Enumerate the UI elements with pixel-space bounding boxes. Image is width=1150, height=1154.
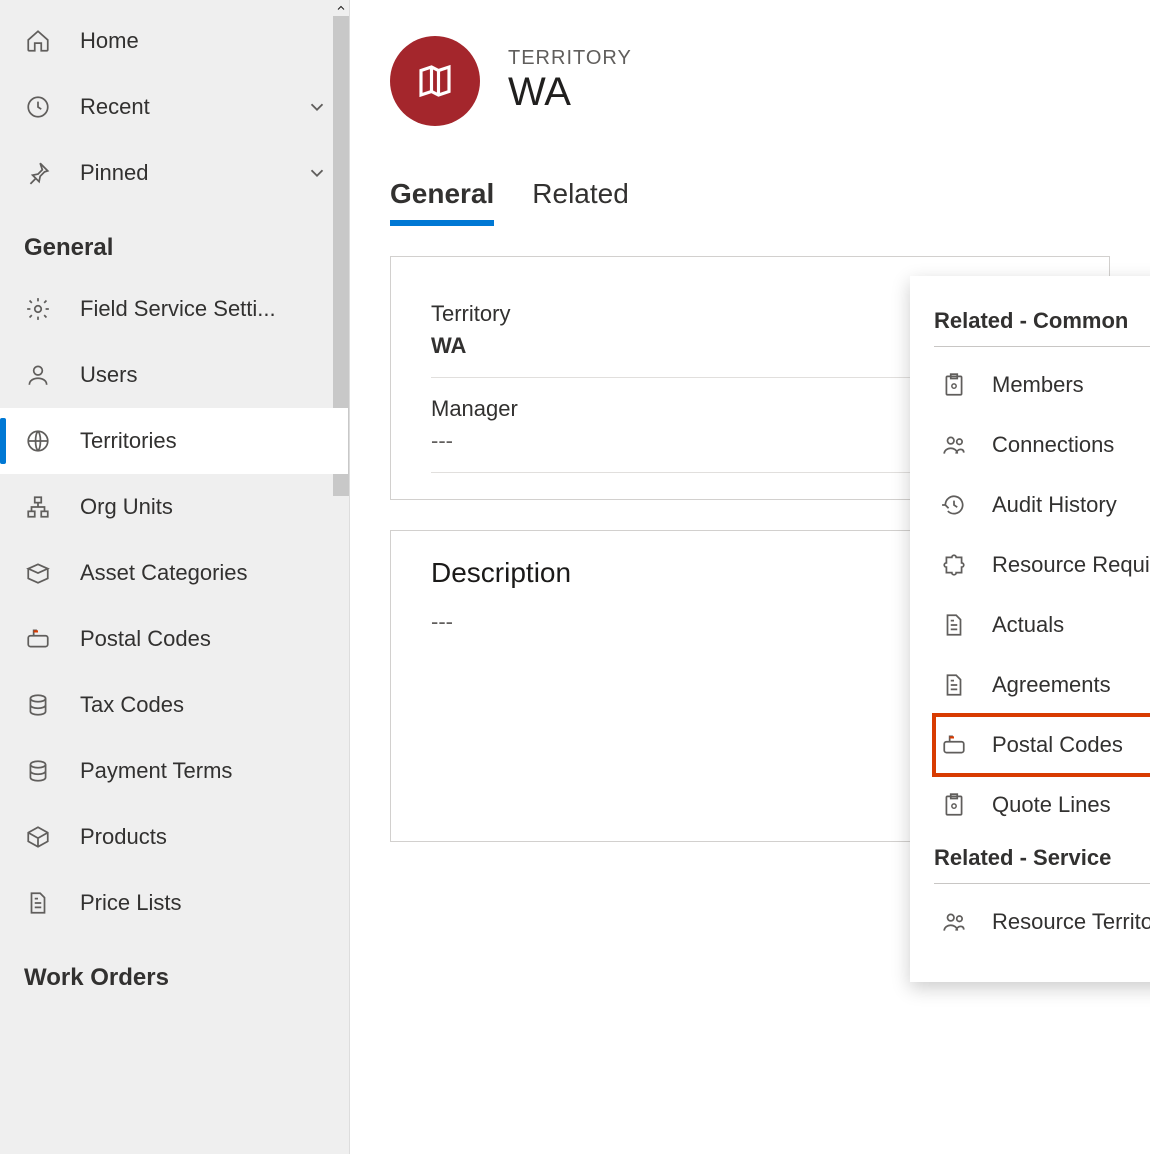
nav-label: Org Units xyxy=(80,494,173,520)
tab-general[interactable]: General xyxy=(390,178,494,226)
related-item-resource-territories[interactable]: Resource Territories xyxy=(934,892,1150,952)
file-icon xyxy=(24,889,52,917)
menu-label: Audit History xyxy=(992,492,1117,518)
nav-label: Field Service Setti... xyxy=(80,296,276,322)
mailbox-icon xyxy=(940,731,968,759)
related-dropdown: Related - Common Members Connections Audit … xyxy=(910,276,1150,982)
home-icon xyxy=(24,27,52,55)
related-item-connections[interactable]: Connections xyxy=(934,415,1150,475)
scroll-up-arrow[interactable] xyxy=(333,0,349,16)
related-item-members[interactable]: Members xyxy=(934,355,1150,415)
clipboard-gear-icon xyxy=(940,791,968,819)
nav-item-tax-codes[interactable]: Tax Codes xyxy=(0,672,348,738)
nav-label: Price Lists xyxy=(80,890,181,916)
file-icon xyxy=(940,611,968,639)
related-item-postal-codes[interactable]: Postal Codes xyxy=(934,715,1150,775)
stack-icon xyxy=(24,691,52,719)
nav-label: Pinned xyxy=(80,160,149,186)
history-icon xyxy=(940,491,968,519)
stack-icon xyxy=(24,757,52,785)
nav-item-territories[interactable]: Territories xyxy=(0,408,348,474)
main-content: TERRITORY WA GeneralRelated TerritoryWAM… xyxy=(350,0,1150,1154)
record-name: WA xyxy=(508,70,632,115)
menu-label: Agreements xyxy=(992,672,1111,698)
nav-label: Territories xyxy=(80,428,177,454)
related-item-agreements[interactable]: Agreements xyxy=(934,655,1150,715)
related-item-actuals[interactable]: Actuals xyxy=(934,595,1150,655)
menu-label: Actuals xyxy=(992,612,1064,638)
nav-item-asset-categories[interactable]: Asset Categories xyxy=(0,540,348,606)
clock-icon xyxy=(24,93,52,121)
nav-item-org-units[interactable]: Org Units xyxy=(0,474,348,540)
nav-item-users[interactable]: Users xyxy=(0,342,348,408)
clipboard-gear-icon xyxy=(940,371,968,399)
menu-label: Members xyxy=(992,372,1084,398)
nav-label: Payment Terms xyxy=(80,758,232,784)
nav-item-price-lists[interactable]: Price Lists xyxy=(0,870,348,936)
related-item-audit-history[interactable]: Audit History xyxy=(934,475,1150,535)
people-icon xyxy=(940,431,968,459)
record-entity-icon xyxy=(390,36,480,126)
org-icon xyxy=(24,493,52,521)
nav-item-payment-terms[interactable]: Payment Terms xyxy=(0,738,348,804)
related-item-quote-lines[interactable]: Quote Lines xyxy=(934,775,1150,835)
nav-section-header: General xyxy=(0,206,348,276)
box-open-icon xyxy=(24,559,52,587)
nav-item-postal-codes[interactable]: Postal Codes xyxy=(0,606,348,672)
sidebar: Home Recent Pinned General Field Service Set… xyxy=(0,0,350,1154)
related-item-resource-requirements[interactable]: Resource Requirements xyxy=(934,535,1150,595)
nav-label: Home xyxy=(80,28,139,54)
menu-label: Resource Territories xyxy=(992,909,1150,935)
chevron-down-icon xyxy=(306,96,328,118)
nav-recent[interactable]: Recent xyxy=(0,74,348,140)
menu-label: Resource Requirements xyxy=(992,552,1150,578)
nav-section-header: Work Orders xyxy=(0,936,348,1006)
nav-item-products[interactable]: Products xyxy=(0,804,348,870)
user-icon xyxy=(24,361,52,389)
menu-label: Connections xyxy=(992,432,1114,458)
menu-label: Quote Lines xyxy=(992,792,1111,818)
nav-label: Postal Codes xyxy=(80,626,211,652)
entity-type-label: TERRITORY xyxy=(508,47,632,70)
menu-label: Postal Codes xyxy=(992,732,1123,758)
nav-label: Recent xyxy=(80,94,150,120)
nav-item-field-service-setti-[interactable]: Field Service Setti... xyxy=(0,276,348,342)
form-tabs: General Related xyxy=(390,178,1110,226)
nav-label: Products xyxy=(80,824,167,850)
chevron-down-icon xyxy=(306,162,328,184)
cube-icon xyxy=(24,823,52,851)
related-group-title: Related - Service xyxy=(934,835,1150,884)
nav-label: Asset Categories xyxy=(80,560,248,586)
nav-pinned[interactable]: Pinned xyxy=(0,140,348,206)
record-header: TERRITORY WA xyxy=(390,36,1110,126)
pin-icon xyxy=(24,159,52,187)
related-group-title: Related - Common xyxy=(934,298,1150,347)
nav-label: Users xyxy=(80,362,137,388)
tab-related[interactable]: Related xyxy=(532,178,629,226)
puzzle-icon xyxy=(940,551,968,579)
globe-icon xyxy=(24,427,52,455)
gear-icon xyxy=(24,295,52,323)
people-icon xyxy=(940,908,968,936)
mailbox-icon xyxy=(24,625,52,653)
nav-label: Tax Codes xyxy=(80,692,184,718)
file-icon xyxy=(940,671,968,699)
nav-home[interactable]: Home xyxy=(0,8,348,74)
